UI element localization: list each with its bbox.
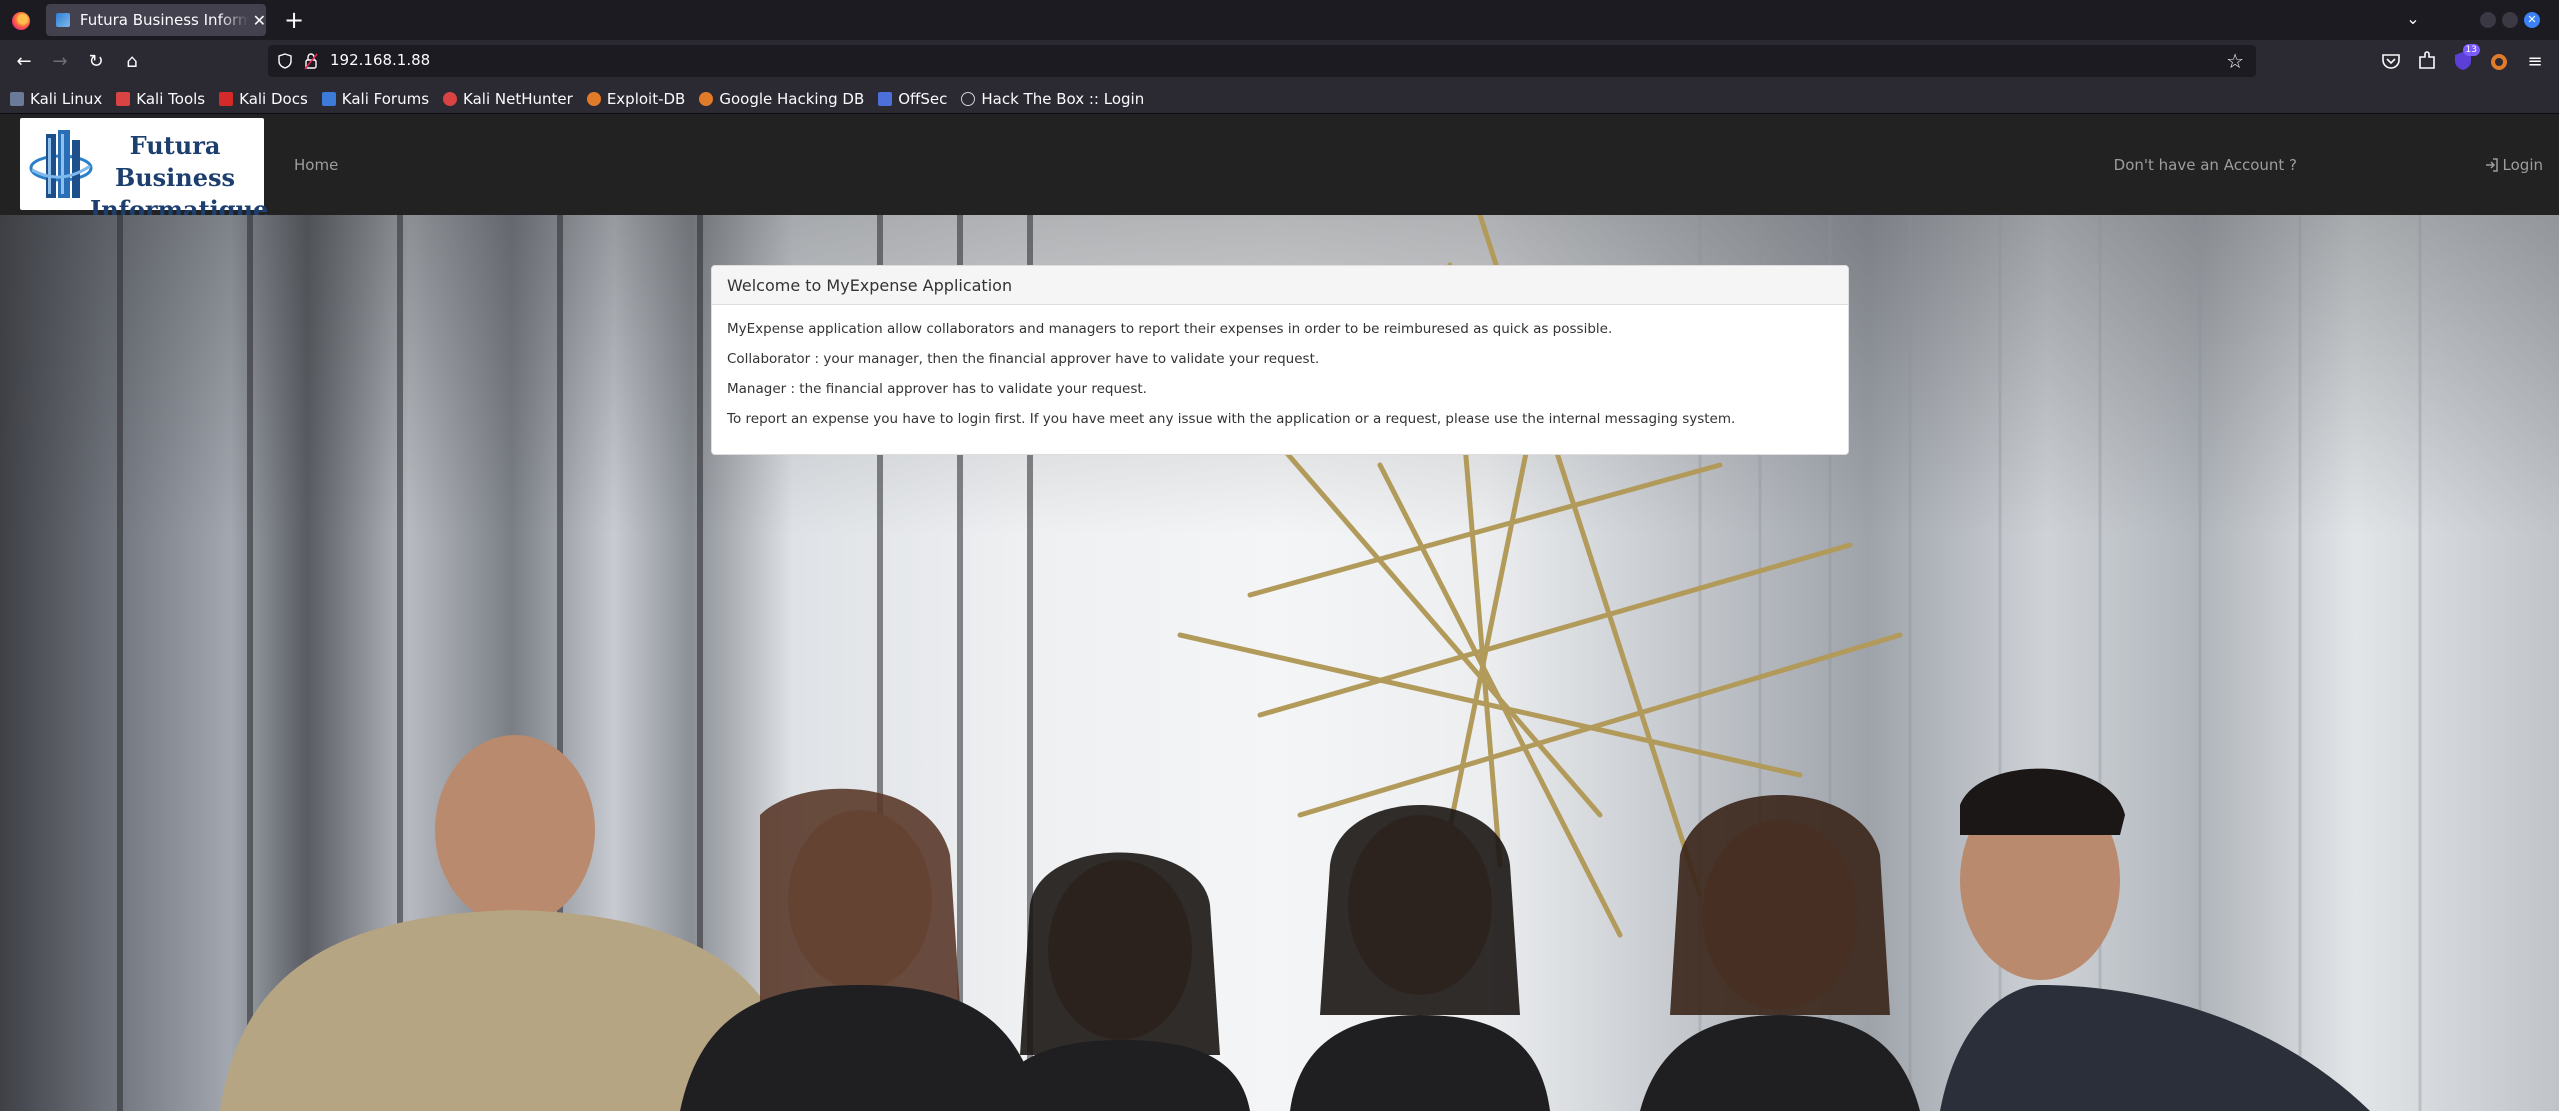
bookmark-offsec[interactable]: OffSec — [878, 90, 947, 108]
welcome-panel-body: MyExpense application allow collaborator… — [712, 305, 1848, 451]
bookmark-star-icon[interactable]: ☆ — [2226, 49, 2244, 73]
offsec-icon — [878, 91, 893, 106]
bookmark-label: Kali NetHunter — [463, 89, 573, 108]
bookmark-kali-linux[interactable]: Kali Linux — [10, 90, 102, 108]
nethunter-icon — [443, 91, 458, 106]
insecure-lock-icon[interactable] — [304, 52, 318, 70]
welcome-paragraph: MyExpense application allow collaborator… — [727, 321, 1613, 337]
kali-forums-icon — [321, 91, 336, 106]
site-navbar: Futura Business Informatique Home Don't … — [0, 114, 2559, 224]
welcome-panel-title: Welcome to MyExpense Application — [712, 266, 1848, 305]
foxyproxy-extension-icon[interactable] — [2486, 48, 2512, 74]
browser-tab-active[interactable]: Futura Business Informatique ✕ — [46, 4, 266, 36]
welcome-panel: Welcome to MyExpense Application MyExpen… — [711, 265, 1849, 455]
extensions-puzzle-icon[interactable] — [2414, 48, 2440, 74]
bookmark-kali-forums[interactable]: Kali Forums — [321, 89, 430, 108]
tab-close-icon[interactable]: ✕ — [253, 11, 266, 30]
extension-shield-badge-icon[interactable]: 13 — [2450, 44, 2480, 74]
bookmark-exploit-db[interactable]: Exploit-DB — [586, 89, 686, 108]
welcome-paragraph: To report an expense you have to login f… — [727, 411, 1736, 427]
bookmark-kali-nethunter[interactable]: Kali NetHunter — [443, 90, 573, 108]
bookmark-label: Kali Docs — [239, 89, 308, 108]
bookmark-hack-the-box[interactable]: Hack The Box :: Login — [961, 90, 1144, 108]
bookmark-label: OffSec — [898, 89, 948, 108]
tracking-protection-shield-icon[interactable] — [278, 53, 292, 69]
browser-tab-strip: Futura Business Informatique ✕ + ⌄ ✕ — [0, 0, 2559, 40]
bookmark-google-hacking-db[interactable]: Google Hacking DB — [699, 90, 864, 108]
company-logo[interactable]: Futura Business Informatique — [20, 118, 268, 224]
window-close-button[interactable]: ✕ — [2524, 12, 2540, 28]
tab-favicon-icon — [56, 13, 70, 27]
kali-docs-icon — [219, 91, 234, 106]
bookmark-label: Kali Tools — [136, 89, 206, 108]
nav-login-link[interactable]: Login — [2485, 156, 2543, 174]
extension-badge-count: 13 — [2462, 44, 2480, 56]
forward-arrow-icon[interactable]: → — [46, 48, 74, 76]
back-arrow-icon[interactable]: ← — [10, 48, 38, 76]
bookmarks-toolbar: Kali Linux Kali Tools Kali Docs Kali For… — [0, 84, 2559, 114]
welcome-paragraph: Manager : the financial approver has to … — [727, 381, 1147, 397]
pocket-icon[interactable] — [2378, 48, 2404, 74]
bookmark-kali-docs[interactable]: Kali Docs — [219, 90, 308, 108]
kali-dragon-icon — [10, 91, 24, 106]
tab-title: Futura Business Informatique — [79, 11, 249, 29]
building-logo-icon — [29, 130, 93, 198]
login-icon — [2485, 158, 2498, 172]
bookmark-label: Kali Forums — [341, 89, 430, 108]
nav-home-link[interactable]: Home — [294, 156, 338, 174]
bookmark-kali-tools[interactable]: Kali Tools — [116, 90, 205, 108]
window-minimize-button[interactable] — [2480, 12, 2496, 28]
logo-line-1: Futura Business — [114, 131, 236, 192]
firefox-menu-icon[interactable] — [12, 12, 30, 30]
welcome-paragraph: Collaborator : your manager, then the fi… — [727, 351, 1320, 367]
bookmark-label: Exploit-DB — [606, 89, 686, 108]
bookmark-label: Google Hacking DB — [719, 89, 865, 108]
nav-register-link[interactable]: Don't have an Account ? — [2114, 156, 2297, 174]
globe-icon — [961, 91, 976, 106]
browser-navigation-toolbar: ← → ↻ ⌂ 192.168.1.88 ☆ 13 ≡ — [0, 40, 2559, 84]
kali-tools-icon — [116, 91, 131, 106]
company-logo-text: Futura Business Informatique — [90, 130, 268, 226]
hamburger-menu-icon[interactable]: ≡ — [2521, 48, 2549, 76]
address-bar[interactable]: 192.168.1.88 ☆ — [268, 45, 2256, 77]
hero-background-photo: Welcome to MyExpense Application MyExpen… — [0, 215, 2559, 1111]
url-text: 192.168.1.88 — [330, 51, 431, 69]
login-label: Login — [2502, 156, 2543, 174]
window-maximize-button[interactable] — [2502, 12, 2518, 28]
new-tab-plus-icon[interactable]: + — [280, 6, 308, 34]
list-all-tabs-chevron-icon[interactable]: ⌄ — [2402, 9, 2424, 31]
reload-icon[interactable]: ↻ — [82, 48, 110, 76]
bookmark-label: Kali Linux — [30, 89, 103, 108]
web-page: Futura Business Informatique Home Don't … — [0, 114, 2559, 1111]
ghdb-icon — [699, 91, 714, 106]
home-icon[interactable]: ⌂ — [118, 48, 146, 76]
bookmark-label: Hack The Box :: Login — [981, 89, 1145, 108]
exploit-db-icon — [586, 91, 601, 106]
